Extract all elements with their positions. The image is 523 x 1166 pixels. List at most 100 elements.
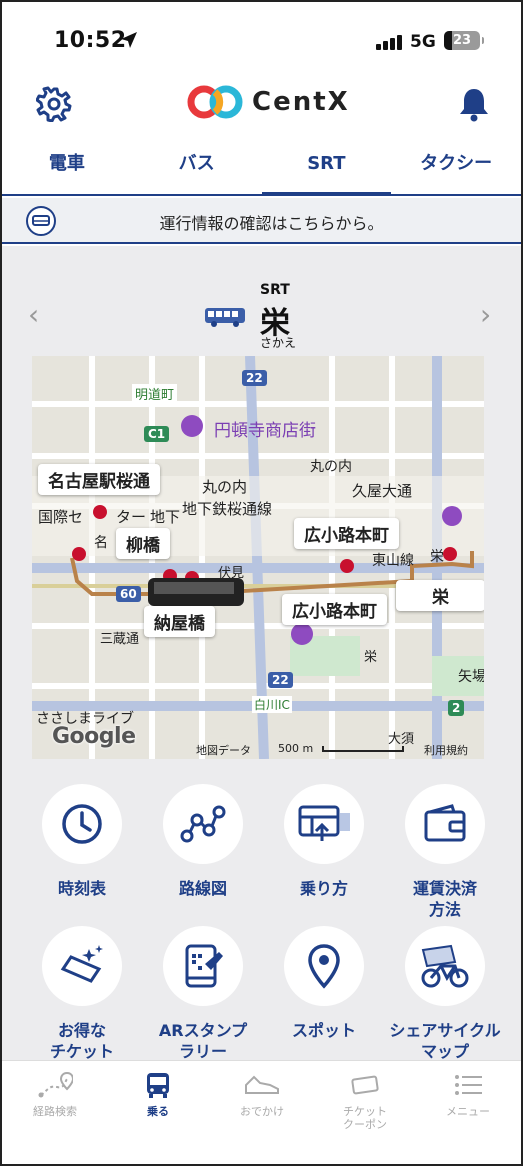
map-label-meidocho: 明道町 <box>132 384 178 403</box>
road-badge-60: 60 <box>116 586 141 602</box>
map-label-fushimi: 伏見 <box>218 566 245 581</box>
map-label-chika: 地下 <box>150 508 181 526</box>
tab-taxi[interactable]: タクシー <box>391 142 521 194</box>
map-label-kokusai: 国際セ <box>38 508 84 526</box>
google-logo: Google <box>52 724 136 749</box>
srt-bus-icon <box>205 308 245 327</box>
signal-icon <box>376 34 404 50</box>
route-search-icon <box>5 1069 105 1101</box>
nav-label: おでかけ <box>240 1105 284 1118</box>
stop-label-hirokoji-1[interactable]: 広小路本町 <box>294 518 399 549</box>
nav-label: メニュー <box>446 1105 490 1118</box>
map-label-entonji: 円頓寺商店街 <box>214 421 316 441</box>
map-scale-label: 500 m <box>278 742 314 755</box>
stop-label-hirokoji-2[interactable]: 広小路本町 <box>282 594 387 625</box>
feature-route-map[interactable]: 路線図 <box>143 784 263 899</box>
map-label-na: 名 <box>94 535 108 551</box>
bottom-nav: 経路検索 乗る おでかけ チケット クーポン メニュー <box>2 1060 521 1164</box>
boarding-icon <box>284 784 364 864</box>
feature-label: 乗り方 <box>299 879 348 898</box>
feature-ar-stamp[interactable]: ARスタンプ ラリー <box>143 926 263 1062</box>
feature-label: ARスタンプ ラリー <box>158 1021 248 1061</box>
feature-label: 運賃決済 方法 <box>412 879 477 919</box>
map-label-hisaya: 久屋大通 <box>352 482 413 500</box>
feature-label: シェアサイクル マップ <box>389 1021 501 1061</box>
service-label: SRT <box>260 282 290 298</box>
station-header: ‹ SRT 栄 さかえ › <box>2 282 521 352</box>
map-label-ozu: 大須 <box>388 732 415 747</box>
route-map-icon <box>163 784 243 864</box>
nav-route-search[interactable]: 経路検索 <box>5 1069 105 1118</box>
map-label-kokusai2: ター <box>116 508 147 526</box>
tab-srt[interactable]: SRT <box>261 142 392 196</box>
feature-label: 時刻表 <box>57 879 106 898</box>
status-bar: 10:52 5G 23 <box>2 2 521 72</box>
map-terms-link[interactable]: 利用規約 <box>424 742 468 758</box>
battery-icon: 23 <box>444 31 484 50</box>
tab-bus[interactable]: バス <box>132 142 262 194</box>
feature-payment[interactable]: 運賃決済 方法 <box>385 784 505 920</box>
feature-spot[interactable]: スポット <box>264 926 384 1041</box>
route-map[interactable]: 明道町 円頓寺商店街 丸の内 丸の内 久屋大通 地下鉄桜通線 国際セ ター 地下… <box>32 356 484 759</box>
app-screen: 10:52 5G 23 CentX 電車 バス SRT タクシー 運行情報の確認… <box>0 0 523 1166</box>
nav-label: 経路検索 <box>33 1105 77 1118</box>
ticket-icon <box>42 926 122 1006</box>
feature-label: 路線図 <box>178 879 227 898</box>
ticket-coupon-icon <box>315 1069 415 1101</box>
bell-icon[interactable] <box>458 86 490 122</box>
road-badge-c1: C1 <box>144 426 170 442</box>
map-label-marunouchi2: 丸の内 <box>202 478 248 496</box>
nav-ride[interactable]: 乗る <box>108 1069 208 1118</box>
road-badge-22b: 22 <box>268 672 293 688</box>
share-cycle-icon <box>405 926 485 1006</box>
map-data-label[interactable]: 地図データ <box>196 742 251 758</box>
sneaker-icon <box>212 1069 312 1101</box>
map-scale-bar <box>322 746 404 752</box>
bus-icon <box>108 1069 208 1101</box>
menu-icon <box>418 1069 518 1101</box>
nav-label: 乗る <box>147 1105 169 1118</box>
service-info-text: 運行情報の確認はこちらから。 <box>159 214 384 233</box>
map-label-sannomaru: 三蔵通 <box>100 632 140 647</box>
transport-tabs: 電車 バス SRT タクシー <box>2 142 521 196</box>
next-station-arrow-icon[interactable]: › <box>480 298 491 331</box>
map-label-shirakawa: 白川IC <box>252 696 292 713</box>
map-label-sakae-small: 栄 <box>364 650 378 665</box>
nav-label: チケット クーポン <box>343 1105 387 1131</box>
feature-label: お得な チケット <box>49 1021 114 1061</box>
station-kana: さかえ <box>260 336 297 350</box>
nav-ticket-coupon[interactable]: チケット クーポン <box>315 1069 415 1131</box>
tab-train[interactable]: 電車 <box>2 142 132 194</box>
wallet-icon <box>405 784 485 864</box>
stop-label-nayabashi[interactable]: 納屋橋 <box>144 606 215 637</box>
main-content: ‹ SRT 栄 さかえ › 明道町 円頓寺商店街 丸の内 丸の内 久屋大通 地下… <box>2 246 521 1061</box>
map-label-marunouchi: 丸の内 <box>310 459 352 475</box>
status-time: 10:52 <box>54 28 127 53</box>
network-type: 5G <box>410 32 436 52</box>
gear-icon[interactable] <box>36 86 72 122</box>
prev-station-arrow-icon[interactable]: ‹ <box>28 298 39 331</box>
road-badge-22a: 22 <box>242 370 267 386</box>
map-label-sakae-l: 栄 <box>430 549 444 565</box>
nav-outing[interactable]: おでかけ <box>212 1069 312 1118</box>
stop-label-meieki[interactable]: 名古屋駅桜通 <box>38 464 160 495</box>
feature-share-cycle[interactable]: シェアサイクル マップ <box>385 926 505 1062</box>
feature-how-to-ride[interactable]: 乗り方 <box>264 784 384 899</box>
centx-logo: CentX <box>186 84 350 120</box>
location-pin-icon <box>284 926 364 1006</box>
feature-label: スポット <box>291 1021 356 1040</box>
stop-label-yanagibashi[interactable]: 柳橋 <box>116 528 170 559</box>
ar-stamp-icon <box>163 926 243 1006</box>
service-info-banner[interactable]: 運行情報の確認はこちらから。 <box>2 198 521 244</box>
feature-tickets[interactable]: お得な チケット <box>22 926 142 1062</box>
feature-timetable[interactable]: 時刻表 <box>22 784 142 899</box>
stop-label-sakae[interactable]: 栄 <box>396 580 484 611</box>
clock-icon <box>42 784 122 864</box>
road-badge-2: 2 <box>448 700 465 716</box>
logo-text: CentX <box>252 87 350 117</box>
battery-level: 23 <box>452 33 472 48</box>
app-header: CentX <box>2 72 521 138</box>
nav-menu[interactable]: メニュー <box>418 1069 518 1118</box>
map-label-sakuradori: 地下鉄桜通線 <box>182 500 273 518</box>
location-arrow-icon <box>121 32 137 48</box>
